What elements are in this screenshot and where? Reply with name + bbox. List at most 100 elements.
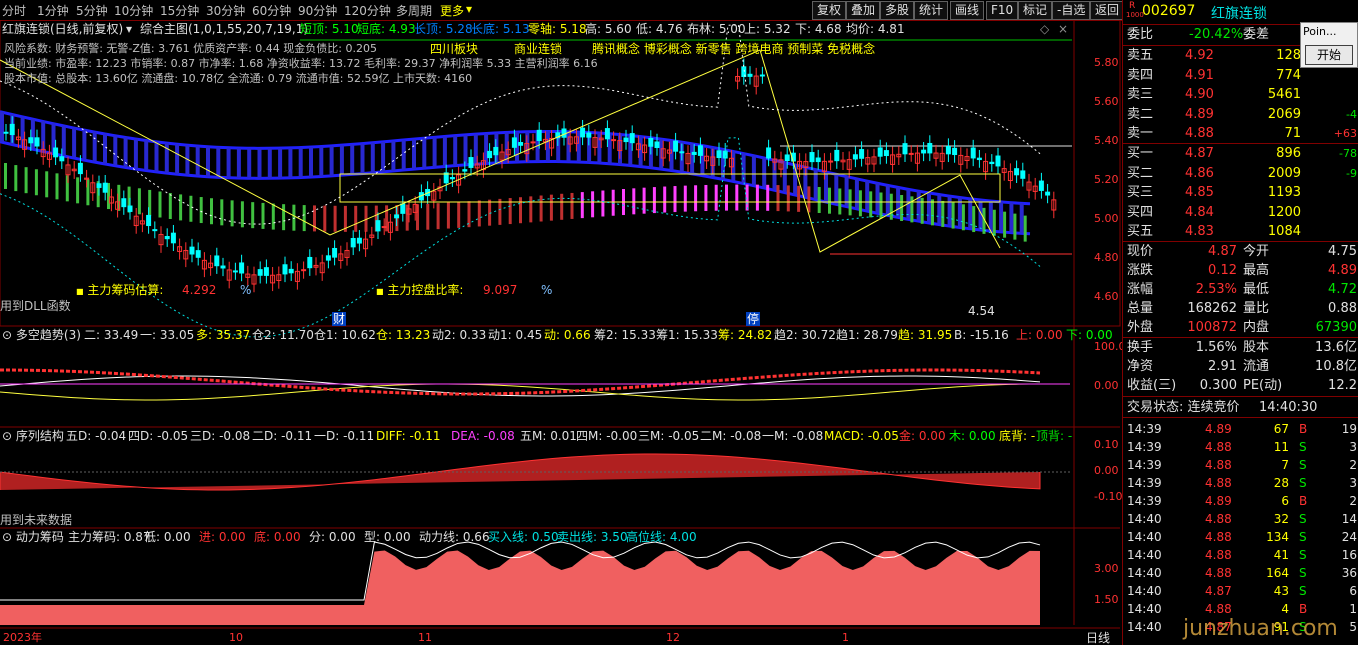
y-tick: 3.00 <box>1094 562 1119 575</box>
candle-body <box>877 147 883 157</box>
marker-suspend[interactable]: 停 <box>746 312 761 326</box>
order-book-row[interactable]: 买二 4.86 2009 -9 <box>1123 165 1358 183</box>
indicator-menu-icon[interactable]: ▾ <box>126 22 132 36</box>
period-tab-9[interactable]: 多周期 <box>396 2 432 19</box>
band-bar <box>931 199 934 226</box>
period-tab-3[interactable]: 10分钟 <box>114 2 153 19</box>
toolbar-button-2[interactable]: 多股 <box>880 1 915 20</box>
band-bar <box>1003 211 1007 238</box>
risk-info: 风险系数: 财务预警: 无警-Z值: 3.761 优质资产率: 0.44 现金负… <box>4 42 377 55</box>
order-book-row[interactable]: 买四 4.84 1200 <box>1123 204 1358 222</box>
order-book-row[interactable]: 卖一 4.88 71 +63 <box>1123 125 1358 143</box>
band-bar <box>992 209 996 236</box>
candle-body <box>828 160 834 163</box>
watermark-text: junzhuan.com <box>1183 616 1338 641</box>
period-tab-7[interactable]: 90分钟 <box>298 2 337 19</box>
period-tab-6[interactable]: 60分钟 <box>252 2 291 19</box>
candle-body <box>716 150 722 159</box>
band-bar <box>240 201 244 228</box>
band-bar <box>292 204 296 231</box>
band-bar <box>82 129 87 160</box>
order-level-label: 买五 <box>1127 224 1154 239</box>
band-bar <box>755 184 759 211</box>
order-price: 4.86 <box>1185 165 1214 181</box>
toolbar-button-4[interactable]: 画线 <box>950 1 985 20</box>
candle-body <box>927 142 933 154</box>
band-bar <box>484 133 489 164</box>
order-book-row[interactable]: 买一 4.87 896 -78 <box>1123 145 1358 163</box>
order-price: 4.84 <box>1185 204 1214 220</box>
p2params-item-15: B: -15.16 <box>954 328 1009 342</box>
band-bar <box>683 185 687 212</box>
band-bar <box>1023 215 1027 242</box>
concept-sichuan[interactable]: 四川板块 <box>430 42 478 56</box>
toolbar-button-5[interactable]: F10 <box>986 1 1019 20</box>
order-book-row[interactable]: 买五 4.83 1084 <box>1123 223 1358 241</box>
band-bar <box>45 171 49 198</box>
order-level-label: 卖二 <box>1127 106 1154 122</box>
chip-control-label: ■ 主力控盘比率: <box>376 283 464 297</box>
tick-row: 14:40 4.88 164 S 36 <box>1127 566 1357 580</box>
period-tab-4[interactable]: 15分钟 <box>160 2 199 19</box>
candle-body <box>77 162 83 175</box>
p3params-item-2: 三D: -0.08 <box>190 429 251 443</box>
band-bar <box>271 203 275 230</box>
order-volume: 2009 <box>1267 165 1301 181</box>
y-tick: 5.40 <box>1094 134 1119 147</box>
order-book-row[interactable]: 卖二 4.89 2069 -4 <box>1123 106 1358 124</box>
y-tick: 5.80 <box>1094 56 1119 69</box>
order-book-row[interactable]: 买三 4.85 1193 <box>1123 184 1358 202</box>
candle-body <box>195 250 201 258</box>
close-panel-icon[interactable]: × <box>1058 22 1068 36</box>
band-bar <box>339 145 344 176</box>
order-volume: 5461 <box>1267 87 1301 102</box>
concept-others[interactable]: 腾讯概念 博彩概念 新零售 跨境电商 预制菜 免税概念 <box>592 42 875 56</box>
period-tab-8[interactable]: 120分钟 <box>344 2 391 19</box>
band-bar <box>113 135 118 166</box>
band-bar <box>632 188 636 215</box>
band-bar <box>549 194 553 221</box>
band-bar <box>638 136 643 167</box>
start-button[interactable]: 开始 <box>1305 45 1353 65</box>
x-tick: 1 <box>842 631 849 644</box>
period-tab-2[interactable]: 5分钟 <box>76 2 108 19</box>
order-book-row[interactable]: 卖三 4.90 5461 <box>1123 86 1358 104</box>
toolbar-button-0[interactable]: 复权 <box>812 1 847 20</box>
band-bar <box>412 139 416 170</box>
candle-body <box>747 73 753 77</box>
main-indicator-name[interactable]: 综合主图(1,0,1,55,20,7,19,1) <box>140 22 308 36</box>
period-tab-0[interactable]: 分时 <box>2 2 26 19</box>
period-tab-1[interactable]: 1分钟 <box>37 2 69 19</box>
mainparams-item-0: 短顶: 5.10 <box>300 22 359 36</box>
toolbar-button-6[interactable]: 标记 <box>1018 1 1053 20</box>
band-bar <box>652 187 656 214</box>
candle-body <box>102 182 108 193</box>
p3params-item-7: 五M: 0.01 <box>520 429 577 443</box>
y-tick: 100.0 <box>1094 340 1126 353</box>
marker-finance[interactable]: 财 <box>332 312 347 326</box>
toolbar-button-7[interactable]: -自选 <box>1052 1 1091 20</box>
more-periods-button[interactable]: 更多 <box>440 2 464 19</box>
p3params-item-12: MACD: -0.05 <box>824 429 899 443</box>
settings-diamond-icon[interactable]: ◇ <box>1040 22 1049 36</box>
period-indicator[interactable]: 日线 <box>1086 631 1110 645</box>
candle-body <box>629 133 635 144</box>
candle-body <box>518 142 524 146</box>
toolbar-button-3[interactable]: 统计 <box>914 1 949 20</box>
more-chevron-icon[interactable]: ▾ <box>466 2 472 16</box>
band-bar <box>834 173 839 204</box>
period-tab-5[interactable]: 30分钟 <box>206 2 245 19</box>
candle-body <box>976 157 982 161</box>
collapse-icon[interactable]: ⊙ <box>2 328 12 342</box>
toolbar-button-1[interactable]: 叠加 <box>846 1 881 20</box>
stock-code: 002697 <box>1142 3 1196 19</box>
collapse-icon[interactable]: ⊙ <box>2 530 12 544</box>
concept-retail[interactable]: 商业连锁 <box>514 42 562 56</box>
toolbar-button-8[interactable]: 返回 <box>1090 1 1125 20</box>
order-book-row[interactable]: 卖四 4.91 774 <box>1123 67 1358 85</box>
order-price: 4.90 <box>1185 87 1214 102</box>
candle-body <box>146 214 152 227</box>
collapse-icon[interactable]: ⊙ <box>2 429 12 443</box>
finance-row: 收益(三) 0.300 PE(动) 12.2 <box>1127 378 1357 393</box>
band-bar <box>477 200 481 227</box>
